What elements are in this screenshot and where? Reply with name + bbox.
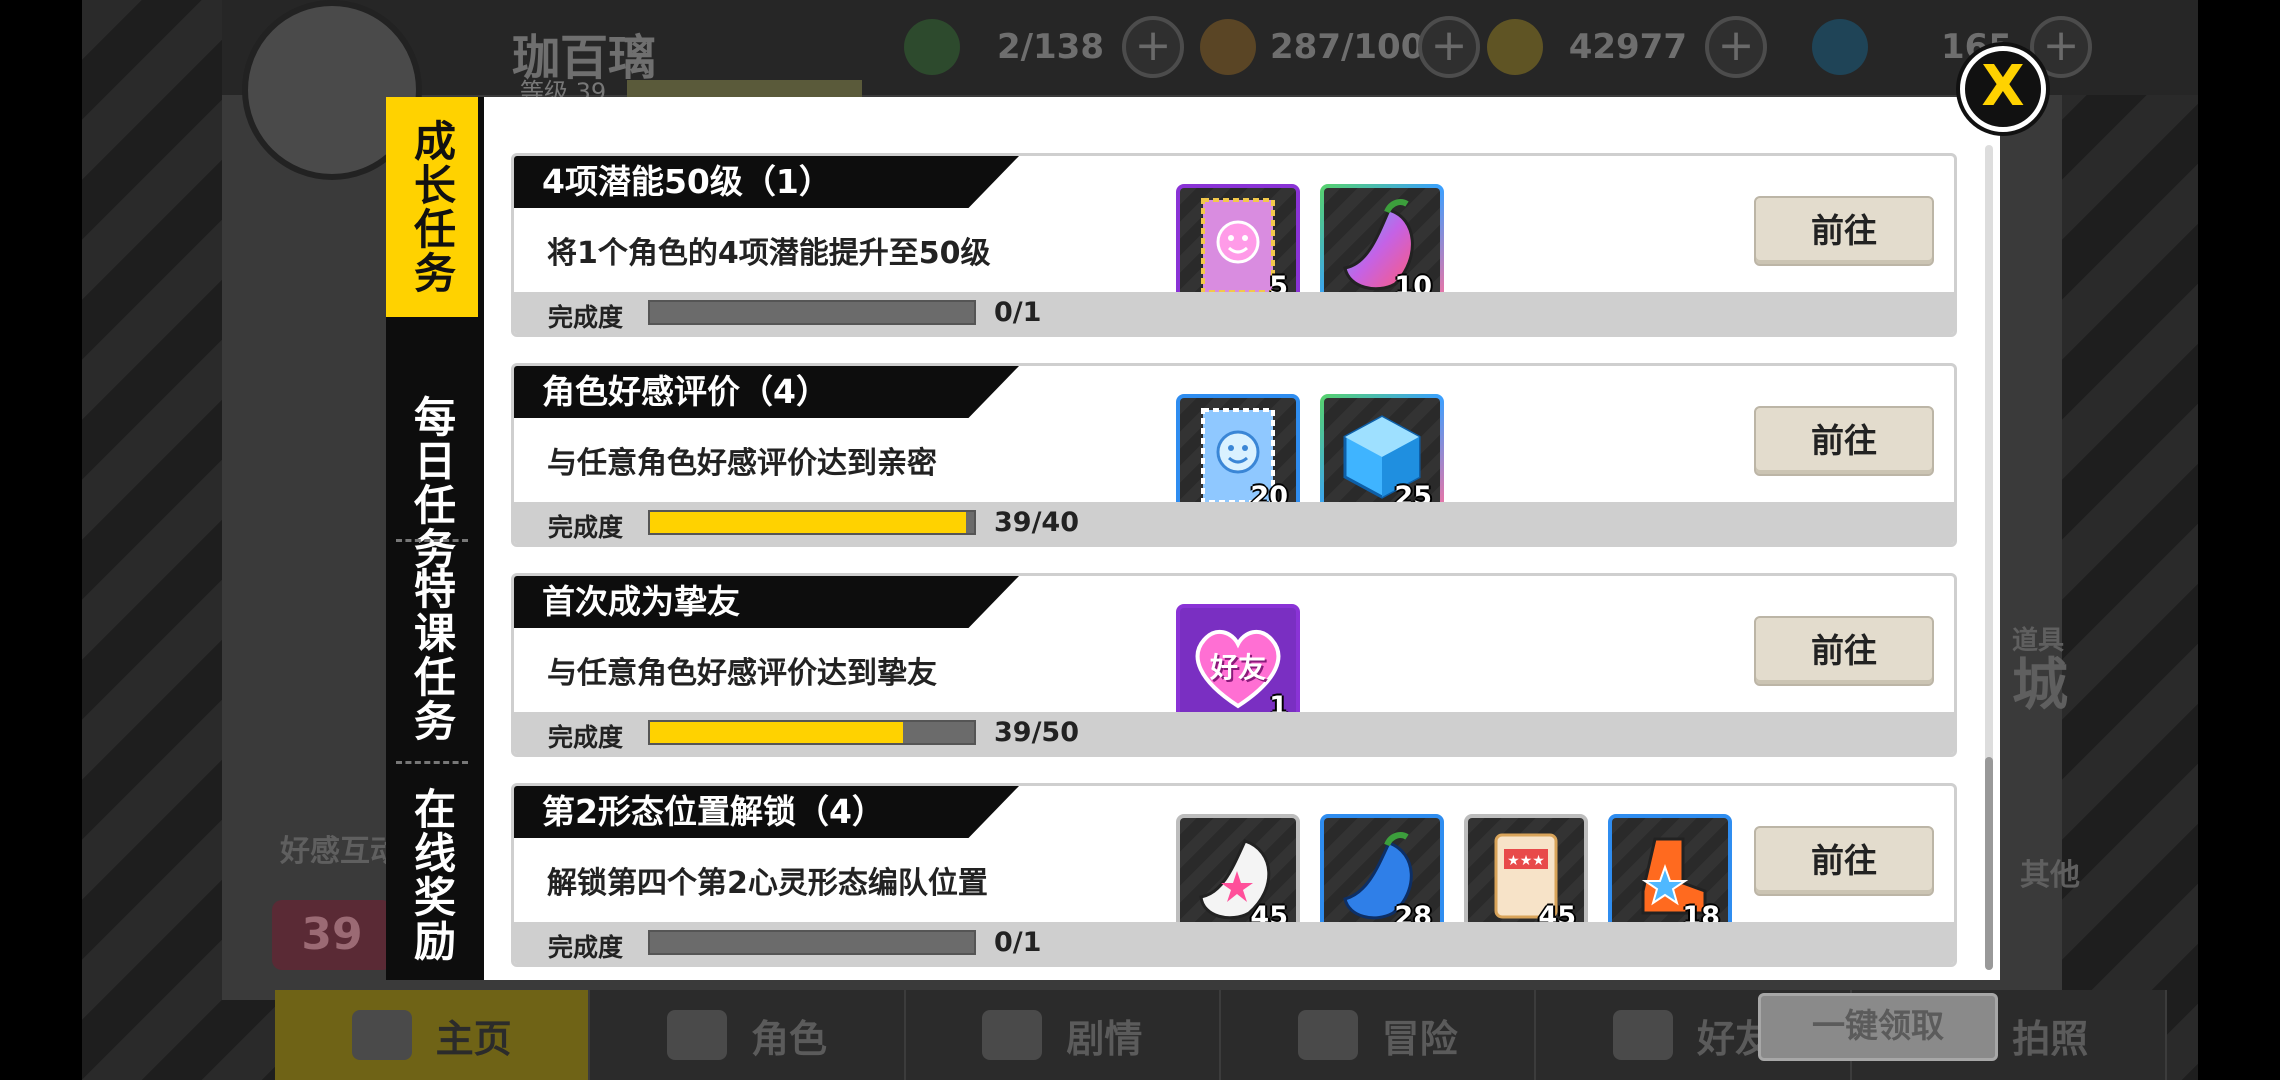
progress-count: 39/50 [994,717,1080,748]
resource-gold: 42977 + [1487,14,1767,80]
affection-label[interactable]: 好感互动 [280,826,400,870]
reward-item[interactable]: 28 [1320,814,1444,938]
tab-separator [396,761,468,764]
go-button[interactable]: 前往 [1754,406,1934,476]
task-progress-row: 完成度 0/1 [514,292,1954,334]
nav-story-label: 剧情 [1066,1016,1143,1061]
resource-energy: 287/100 + [1200,14,1480,80]
progress-label: 完成度 [548,303,624,332]
blue-cube-gem-icon [1812,19,1868,75]
nav-home[interactable]: 主页 [275,990,591,1080]
reward-item[interactable]: 18 [1608,814,1732,938]
modal-divider [478,97,484,980]
energy-drink-icon [1200,19,1256,75]
progress-count: 0/1 [994,927,1042,958]
reward-item[interactable]: 5 [1176,184,1300,308]
task-progress-row: 完成度 0/1 [514,922,1954,964]
nav-story[interactable]: 剧情 [906,990,1221,1080]
progress-bar [648,930,976,955]
shop-label[interactable]: 城 [2012,640,2068,721]
plus-icon[interactable]: + [1418,16,1480,78]
progress-label: 完成度 [548,513,624,542]
characters-icon [666,1010,727,1060]
task-description: 与任意角色好感评价达到挚友 [547,656,937,691]
resource-stamina-value: 2/138 [996,27,1104,67]
resource-stamina: 2/138 + [904,14,1184,80]
resource-gem: 165 + [1812,14,2092,80]
reward-item[interactable]: ★★★ 45 [1464,814,1588,938]
nav-adventure-label: 冒险 [1381,1016,1458,1061]
task-card: 角色好感评价（4） 与任意角色好感评价达到亲密 20 25 前往 完成度 39/… [511,363,1957,547]
resource-gold-value: 42977 [1568,27,1687,67]
nav-characters-label: 角色 [750,1016,827,1061]
task-description: 解锁第四个第2心灵形态编队位置 [547,866,988,901]
chat-bubbles-icon [1612,1010,1673,1060]
task-title: 首次成为挚友 [514,576,1019,628]
close-button[interactable]: X [1960,46,2046,132]
task-card: 第2形态位置解锁（4） 解锁第四个第2心灵形态编队位置 45 28 ★★★ 45… [511,783,1957,967]
reward-item[interactable]: 好友 1 [1176,604,1300,728]
progress-bar [648,720,976,745]
task-progress-row: 完成度 39/50 [514,712,1954,754]
task-progress-row: 完成度 39/40 [514,502,1954,544]
purple-stamp-ticket-icon [1201,198,1275,294]
task-description: 与任意角色好感评价达到亲密 [547,446,937,481]
task-category-tabs: 成长任务 每日任务 特课任务 在线奖励 [386,97,478,980]
go-button[interactable]: 前往 [1754,196,1934,266]
tab-separator [396,539,468,542]
progress-fill [650,512,966,533]
progress-count: 0/1 [994,297,1042,328]
svg-text:★★★: ★★★ [1507,853,1545,869]
task-list-scrollbar[interactable] [1985,145,1993,970]
progress-fill [650,722,903,743]
progress-count: 39/40 [994,507,1080,538]
plus-icon[interactable]: + [1705,16,1767,78]
map-pin-icon [1297,1010,1358,1060]
claim-all-button[interactable]: 一键领取 [1758,993,1998,1061]
home-icon [351,1010,412,1060]
story-cards-icon [982,1010,1043,1060]
reward-item[interactable]: 25 [1320,394,1444,518]
progress-bar [648,510,976,535]
task-card: 4项潜能50级（1） 将1个角色的4项潜能提升至50级 5 10 前往 完成度 … [511,153,1957,337]
plus-icon[interactable]: + [1122,16,1184,78]
nav-characters[interactable]: 角色 [590,990,906,1080]
progress-label: 完成度 [548,723,624,752]
resource-energy-value: 287/100 [1270,27,1425,67]
scrollbar-thumb[interactable] [1985,757,1993,970]
level-progress-bar [627,80,862,98]
gold-coin-icon [1487,19,1543,75]
reward-item[interactable]: 20 [1176,394,1300,518]
friend-badge-text: 好友 [1209,651,1267,684]
tab-growth-tasks[interactable]: 成长任务 [386,97,478,317]
nav-home-label: 主页 [435,1016,512,1061]
nav-photo-label: 拍照 [2012,1016,2089,1061]
task-title: 角色好感评价（4） [514,366,1019,418]
tab-online-rewards[interactable]: 在线奖励 [386,770,478,980]
go-button[interactable]: 前往 [1754,826,1934,896]
task-title: 4项潜能50级（1） [514,156,1019,208]
other-label[interactable]: 其他 [2020,850,2080,894]
task-title: 第2形态位置解锁（4） [514,786,1019,838]
stamina-leaf-icon [904,19,960,75]
affection-level-badge: 39 [272,900,392,970]
go-button[interactable]: 前往 [1754,616,1934,686]
nav-adventure[interactable]: 冒险 [1221,990,1537,1080]
task-card: 首次成为挚友 与任意角色好感评价达到挚友 好友 1 前往 完成度 39/50 [511,573,1957,757]
progress-label: 完成度 [548,933,624,962]
reward-item[interactable]: 45 [1176,814,1300,938]
task-description: 将1个角色的4项潜能提升至50级 [547,236,991,271]
tab-special-tasks[interactable]: 特课任务 [386,552,478,757]
progress-bar [648,300,976,325]
reward-item[interactable]: 10 [1320,184,1444,308]
